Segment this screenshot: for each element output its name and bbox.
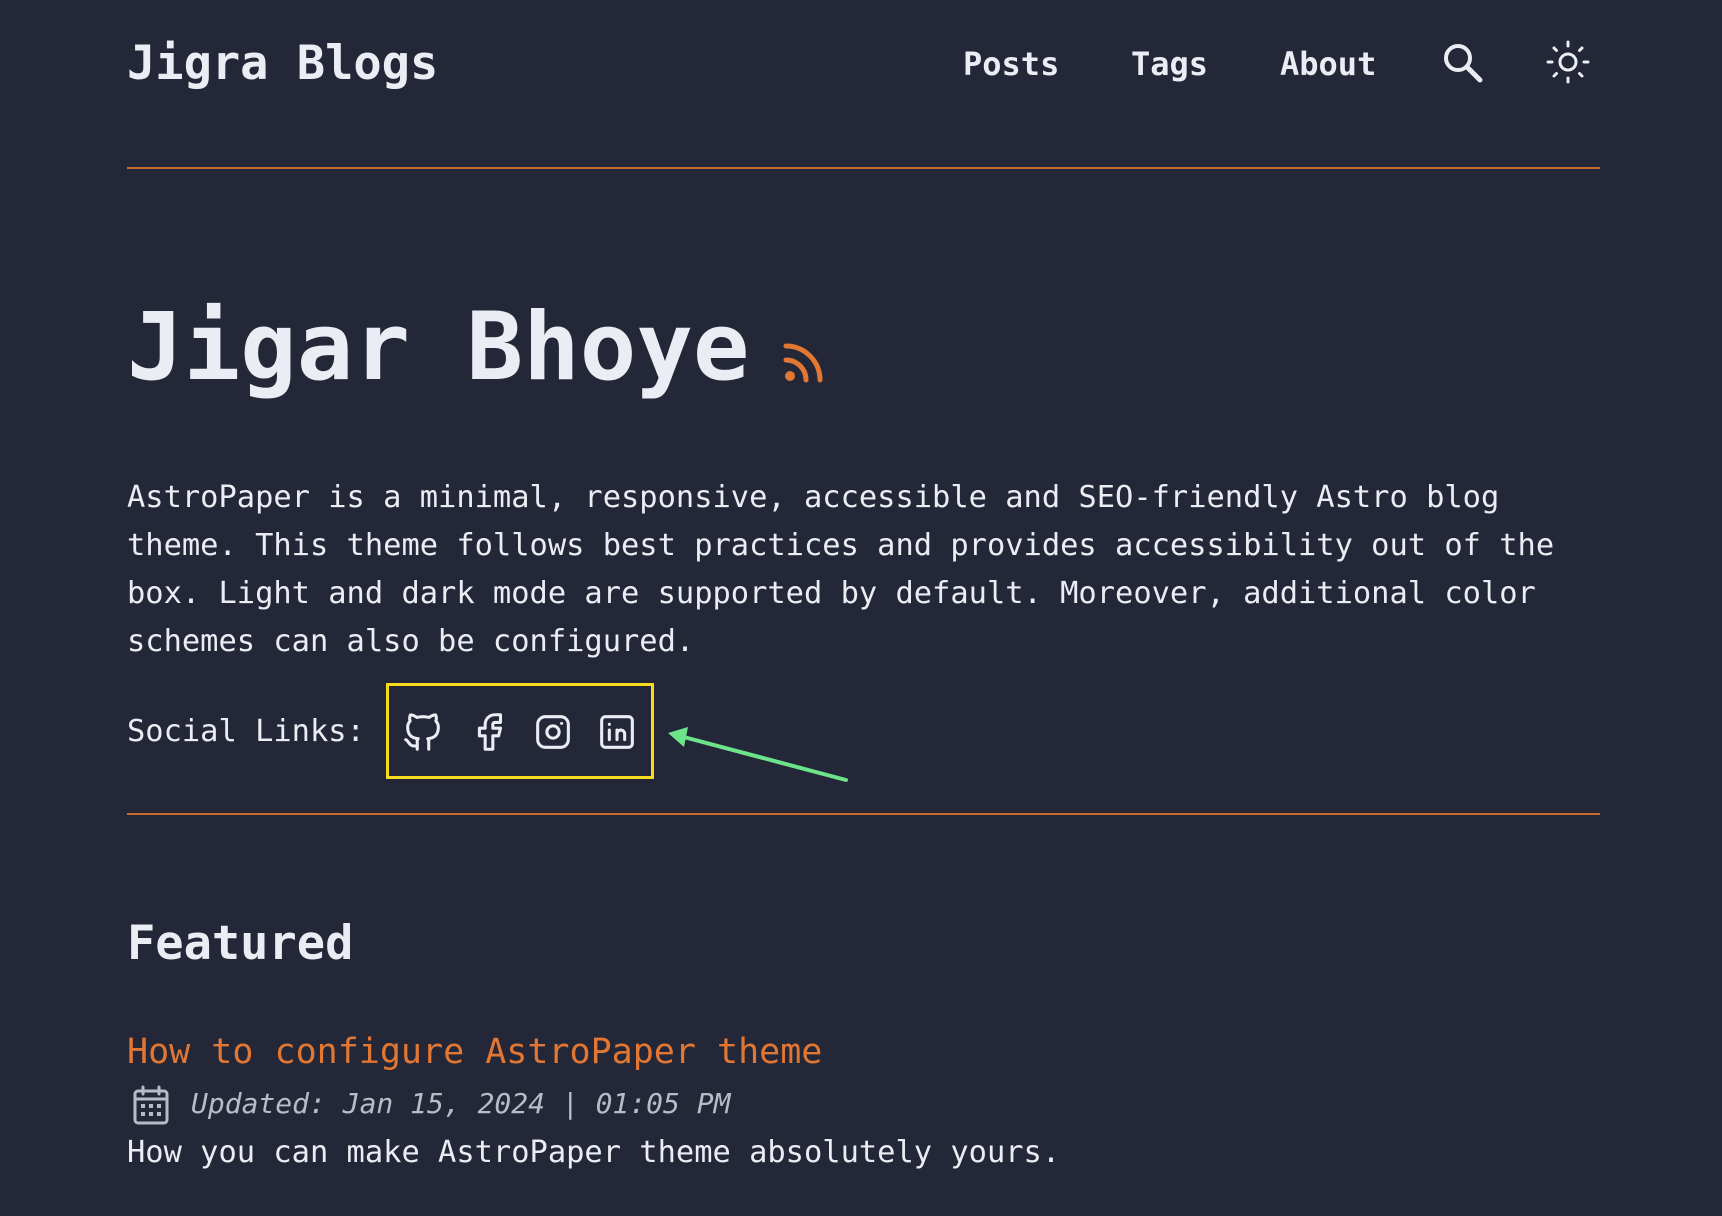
rss-icon[interactable] (782, 340, 826, 388)
intro-paragraph: AstroPaper is a minimal, responsive, acc… (127, 480, 1555, 659)
calendar-icon (131, 1084, 171, 1130)
site-title[interactable]: Jigra Blogs (127, 34, 438, 94)
github-icon[interactable] (400, 709, 446, 755)
header-divider (127, 167, 1600, 169)
hero-divider (127, 813, 1600, 815)
nav-link-tags[interactable]: Tags (1131, 44, 1208, 84)
social-links-label: Social Links: (127, 714, 365, 749)
linkedin-icon[interactable] (594, 709, 640, 755)
hero-title: Jigar Bhoye (127, 293, 750, 402)
facebook-icon[interactable] (466, 709, 512, 755)
featured-heading: Featured (127, 916, 354, 971)
search-icon[interactable] (1440, 40, 1486, 90)
sun-icon[interactable] (1546, 40, 1590, 88)
nav-link-about[interactable]: About (1280, 44, 1376, 84)
annotation-arrow (660, 716, 850, 786)
post-description: How you can make AstroPaper theme absolu… (127, 1135, 1061, 1170)
instagram-icon[interactable] (530, 709, 576, 755)
post-date: Updated: Jan 15, 2024 | 01:05 PM (191, 1087, 731, 1120)
post-title-link[interactable]: How to configure AstroPaper theme (127, 1030, 822, 1074)
nav-link-posts[interactable]: Posts (963, 44, 1059, 84)
